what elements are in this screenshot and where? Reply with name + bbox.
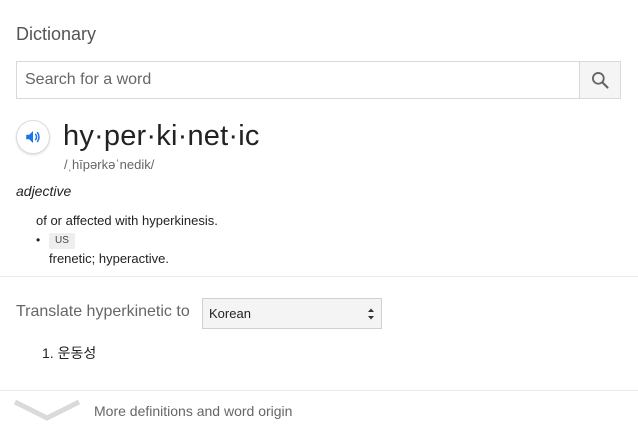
more-definitions-link[interactable]: More definitions and word origin bbox=[94, 403, 292, 419]
translation-result: 1. 운동성 bbox=[42, 345, 97, 361]
language-select[interactable]: Korean bbox=[202, 298, 382, 329]
card-title: Dictionary bbox=[16, 24, 97, 44]
search-icon bbox=[592, 72, 609, 89]
search-input[interactable] bbox=[17, 62, 579, 98]
bullet-marker: • bbox=[36, 233, 41, 247]
headword: hy·per·ki·net·ic bbox=[63, 120, 260, 152]
chevron-down-icon[interactable] bbox=[13, 398, 81, 424]
selected-language: Korean bbox=[209, 306, 251, 321]
dictionary-card: Dictionary hy·per·ki·net·ic /ˌhīpərkəˈne… bbox=[0, 0, 638, 431]
search-box bbox=[16, 61, 621, 99]
definition-text: frenetic; hyperactive. bbox=[49, 251, 169, 266]
select-arrows-icon bbox=[368, 308, 374, 320]
definition-text: of or affected with hyperkinesis. bbox=[36, 213, 218, 228]
translate-label: Translate hyperkinetic to bbox=[16, 303, 190, 320]
phonetic-spelling: /ˌhīpərkəˈnedik/ bbox=[64, 157, 155, 172]
region-label: US bbox=[49, 233, 75, 249]
section-divider bbox=[0, 276, 638, 277]
speaker-icon bbox=[26, 131, 40, 143]
section-divider bbox=[0, 390, 638, 391]
part-of-speech: adjective bbox=[16, 183, 72, 199]
search-button[interactable] bbox=[579, 62, 620, 98]
pronunciation-audio-button[interactable] bbox=[16, 120, 50, 154]
